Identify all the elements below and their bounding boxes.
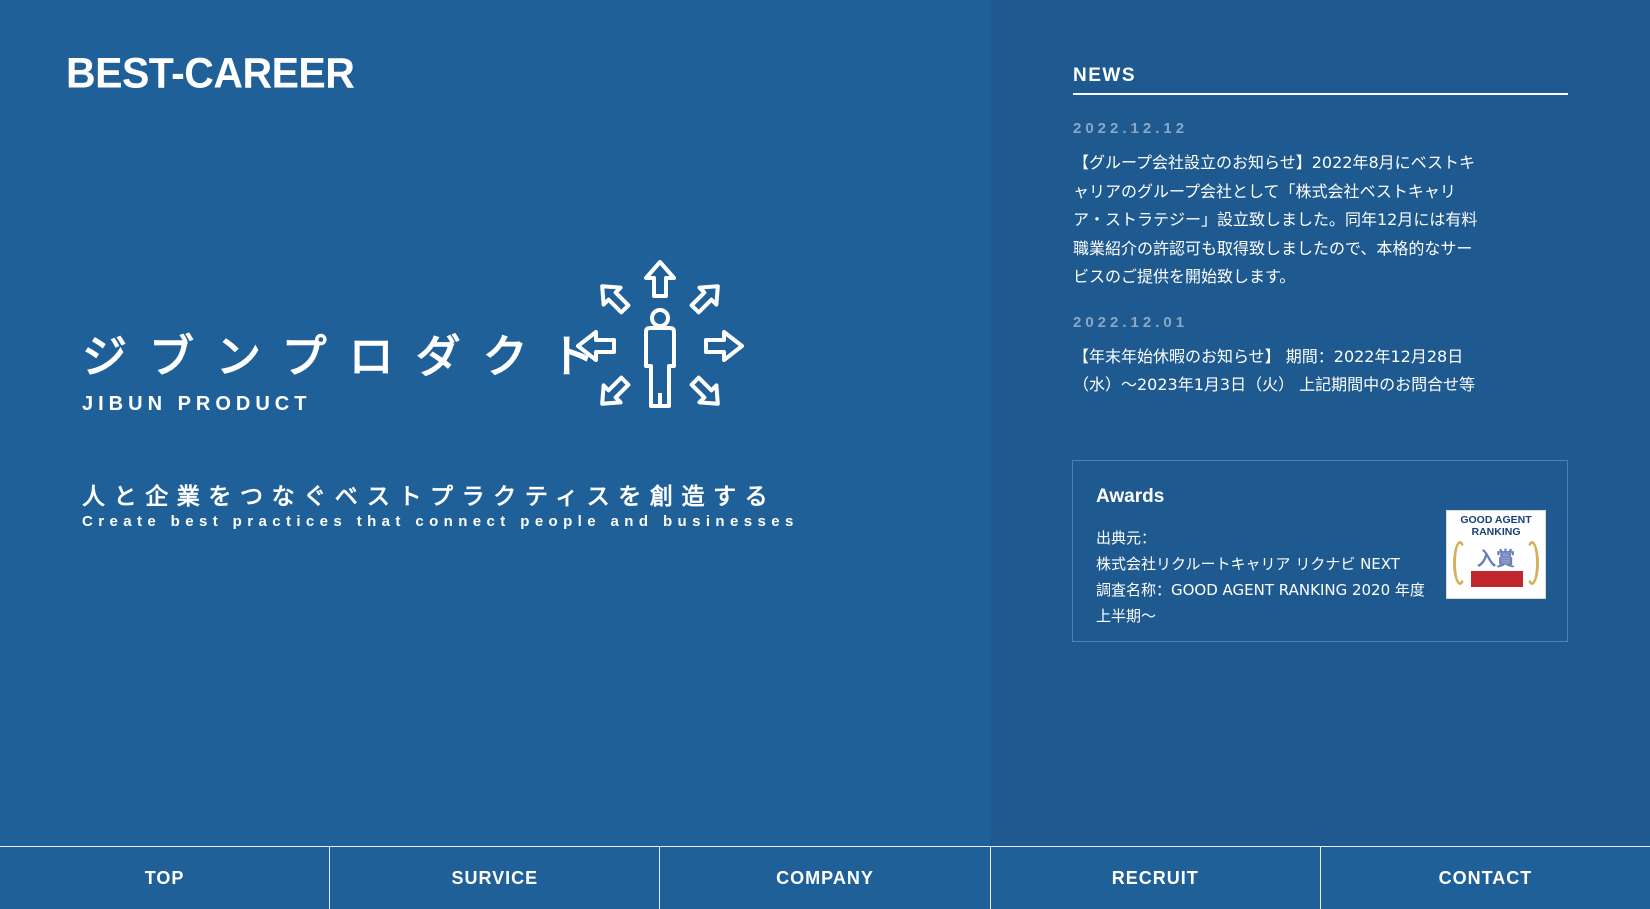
awards-box: Awards 出典元： 株式会社リクルートキャリア リクナビ NEXT 調査名称… <box>1072 460 1568 642</box>
nav-company[interactable]: COMPANY <box>660 847 991 909</box>
news-line: ア・ストラテジー」設立致しました。同年12月には有料 <box>1073 210 1478 229</box>
awards-line: 調査名称：GOOD AGENT RANKING 2020 年度 <box>1096 581 1425 599</box>
news-line: 職業紹介の許認可も取得致しましたので、本格的なサー <box>1073 238 1473 258</box>
news-line: ャリアのグループ会社として「株式会社ベストキャリ <box>1073 181 1456 201</box>
news-text: 【年末年始休暇のお知らせ】 期間：2022年12月28日 （水）〜2023年1月… <box>1073 343 1553 400</box>
nav-contact[interactable]: CONTACT <box>1321 847 1650 909</box>
bottom-nav: TOP SURVICE COMPANY RECRUIT CONTACT <box>0 846 1650 909</box>
nav-service[interactable]: SURVICE <box>330 847 661 909</box>
badge-title-line: RANKING <box>1471 526 1521 538</box>
badge-title: GOOD AGENT RANKING <box>1447 514 1545 538</box>
awards-heading: Awards <box>1096 486 1165 507</box>
hero-panel <box>0 0 990 846</box>
news-date: 2022.12.12 <box>1073 120 1189 137</box>
product-title-jp: ジブンプロダクト <box>82 330 617 383</box>
news-line: （水）〜2023年1月3日（火） 上記期間中のお問合せ等 <box>1073 375 1476 394</box>
site-logo[interactable]: BEST-CAREER <box>66 49 355 98</box>
news-line: 【グループ会社設立のお知らせ】2022年8月にベストキ <box>1073 153 1475 172</box>
news-item[interactable]: 2022.12.01 【年末年始休暇のお知らせ】 期間：2022年12月28日 … <box>1073 314 1553 400</box>
badge-title-line: GOOD AGENT <box>1460 514 1532 526</box>
nav-recruit[interactable]: RECRUIT <box>991 847 1321 909</box>
news-heading: NEWS <box>1073 65 1568 95</box>
awards-line: 上半期〜 <box>1096 607 1157 625</box>
ribbon-icon <box>1471 571 1523 587</box>
nav-top[interactable]: TOP <box>0 847 331 909</box>
news-list[interactable]: 2022.12.12 【グループ会社設立のお知らせ】2022年8月にベストキ ャ… <box>1073 120 1553 416</box>
product-title-en: JIBUN PRODUCT <box>82 393 312 415</box>
news-text: 【グループ会社設立のお知らせ】2022年8月にベストキ ャリアのグループ会社とし… <box>1073 149 1553 292</box>
news-line: ビスのご提供を開始致します。 <box>1073 267 1296 286</box>
awards-line: 株式会社リクルートキャリア リクナビ NEXT <box>1096 555 1400 573</box>
tagline-jp: 人と企業をつなぐベストプラクティスを創造する <box>82 484 777 510</box>
person-arrows-outward-icon <box>576 260 744 408</box>
news-date: 2022.12.01 <box>1073 313 1189 331</box>
news-item[interactable]: 2022.12.12 【グループ会社設立のお知らせ】2022年8月にベストキ ャ… <box>1073 120 1553 292</box>
tagline-en: Create best practices that connect peopl… <box>82 513 799 530</box>
awards-line: 出典元： <box>1096 529 1157 547</box>
awards-description: 出典元： 株式会社リクルートキャリア リクナビ NEXT 調査名称：GOOD A… <box>1096 525 1436 629</box>
good-agent-ranking-badge: GOOD AGENT RANKING 入賞 <box>1446 510 1546 599</box>
news-line: 【年末年始休暇のお知らせ】 期間：2022年12月28日 <box>1073 346 1464 366</box>
badge-award-label: 入賞 <box>1476 548 1515 570</box>
